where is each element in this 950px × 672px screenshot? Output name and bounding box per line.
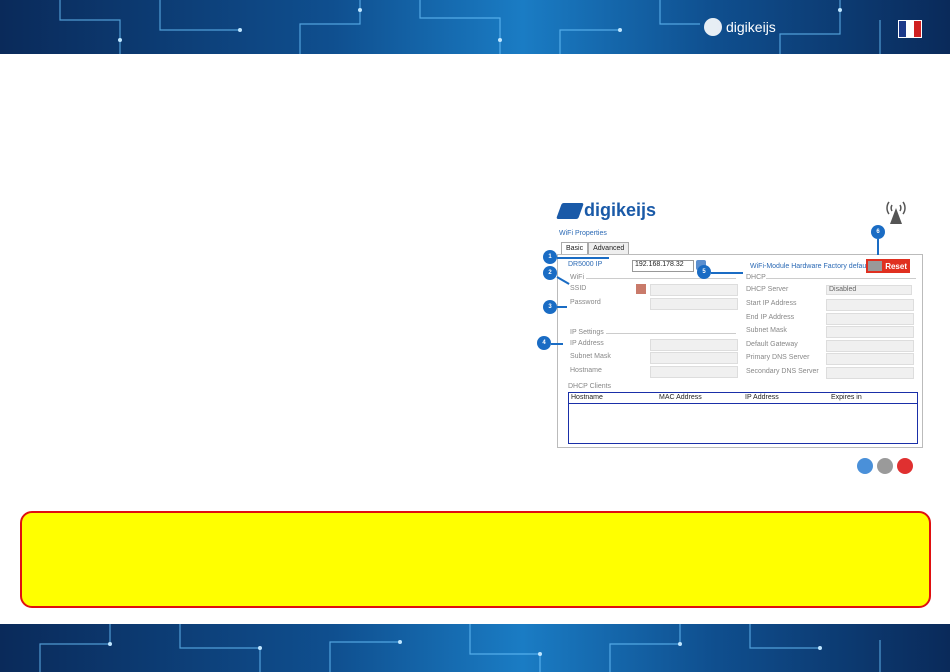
- callout-arrow: [877, 239, 879, 255]
- factory-defaults-label: WiFi-Module Hardware Factory defaults: [750, 263, 874, 270]
- divider: [586, 278, 736, 279]
- reset-module-icon: [868, 261, 882, 271]
- dhcp-clients-table[interactable]: Hostname MAC Address IP Address Expires …: [568, 392, 918, 444]
- column-header: Expires in: [831, 394, 862, 401]
- tab-bar: Basic Advanced: [561, 242, 630, 254]
- callout-marker: 1: [543, 250, 557, 264]
- refresh-icon[interactable]: [857, 458, 873, 474]
- wifi-properties-screenshot: digikeijs WiFi Properties Basic Advanced…: [537, 198, 925, 480]
- dhcp-group-label: DHCP: [746, 274, 766, 281]
- reset-label: Reset: [885, 261, 907, 271]
- dhcp-subnet-field[interactable]: [826, 326, 914, 338]
- circuit-decoration: [59, 0, 881, 54]
- tab-basic[interactable]: Basic: [561, 242, 589, 254]
- callout-marker: 4: [537, 336, 551, 350]
- circuit-decoration: [39, 624, 881, 672]
- dhcp-field-label: Start IP Address: [746, 300, 797, 307]
- gateway-field[interactable]: [826, 340, 914, 352]
- callout-marker: 3: [543, 300, 557, 314]
- logo-text: digikeijs: [584, 200, 657, 220]
- ssid-field[interactable]: [650, 284, 738, 296]
- cancel-x-icon[interactable]: [897, 458, 913, 474]
- column-header: Hostname: [571, 394, 603, 401]
- subnet-mask-label: Subnet Mask: [570, 353, 611, 360]
- digikeijs-logo-icon: [704, 18, 722, 36]
- password-label: Password: [570, 299, 601, 306]
- logo-mark-icon: [556, 202, 584, 219]
- dhcp-field-label: Primary DNS Server: [746, 354, 810, 361]
- language-flag-icon[interactable]: [898, 20, 922, 38]
- brand: digikeijs: [704, 18, 776, 36]
- dhcp-server-label: DHCP Server: [746, 286, 789, 293]
- dhcp-field-label: Secondary DNS Server: [746, 368, 819, 375]
- callout-arrow: [557, 306, 567, 308]
- hostname-label: Hostname: [570, 367, 602, 374]
- password-field[interactable]: [650, 298, 738, 310]
- start-ip-field[interactable]: [826, 299, 914, 311]
- dr5000-ip-label: DR5000 IP: [568, 261, 603, 268]
- dhcp-field-label: Subnet Mask: [746, 327, 787, 334]
- primary-dns-field[interactable]: [826, 353, 914, 365]
- basic-panel: DR5000 IP 192.168.178.32 WiFi SSID Passw…: [557, 254, 923, 448]
- divider: [606, 333, 736, 334]
- dhcp-clients-label: DHCP Clients: [568, 383, 612, 390]
- ip-address-label: IP Address: [570, 340, 604, 347]
- divider: [766, 278, 916, 279]
- ok-checkmark-icon[interactable]: [877, 458, 893, 474]
- reset-button[interactable]: Reset: [866, 259, 910, 273]
- ssid-scan-icon[interactable]: [636, 284, 646, 294]
- callout-arrow: [711, 272, 743, 274]
- hostname-field[interactable]: [650, 366, 738, 378]
- callout-marker: 5: [697, 265, 711, 279]
- secondary-dns-field[interactable]: [826, 367, 914, 379]
- wifi-antenna-icon: [886, 201, 906, 224]
- end-ip-field[interactable]: [826, 313, 914, 325]
- ip-settings-label: IP Settings: [570, 329, 604, 336]
- dhcp-server-select[interactable]: Disabled: [826, 285, 912, 295]
- callout-marker: 2: [543, 266, 557, 280]
- ssid-label: SSID: [570, 285, 587, 292]
- column-header: MAC Address: [659, 394, 702, 401]
- callout-arrow: [551, 343, 563, 345]
- ip-address-field[interactable]: [650, 339, 738, 351]
- digikeijs-logo: digikeijs: [556, 200, 657, 221]
- callout-marker: 6: [871, 225, 885, 239]
- column-header: IP Address: [745, 394, 779, 401]
- highlight-note-box: [20, 511, 931, 608]
- tab-advanced[interactable]: Advanced: [588, 242, 630, 254]
- header-banner: digikeijs: [0, 0, 950, 54]
- dhcp-field-label: Default Gateway: [746, 341, 798, 348]
- footer-banner: [0, 624, 950, 672]
- subnet-mask-field[interactable]: [650, 352, 738, 364]
- callout-arrow: [557, 257, 609, 259]
- header-divider: [569, 403, 917, 404]
- brand-name: digikeijs: [726, 19, 776, 35]
- window-title: WiFi Properties: [559, 230, 607, 237]
- dhcp-field-label: End IP Address: [746, 314, 795, 321]
- dialog-actions: [857, 458, 913, 474]
- wifi-group-label: WiFi: [570, 274, 584, 281]
- dr5000-ip-select[interactable]: 192.168.178.32: [632, 260, 694, 272]
